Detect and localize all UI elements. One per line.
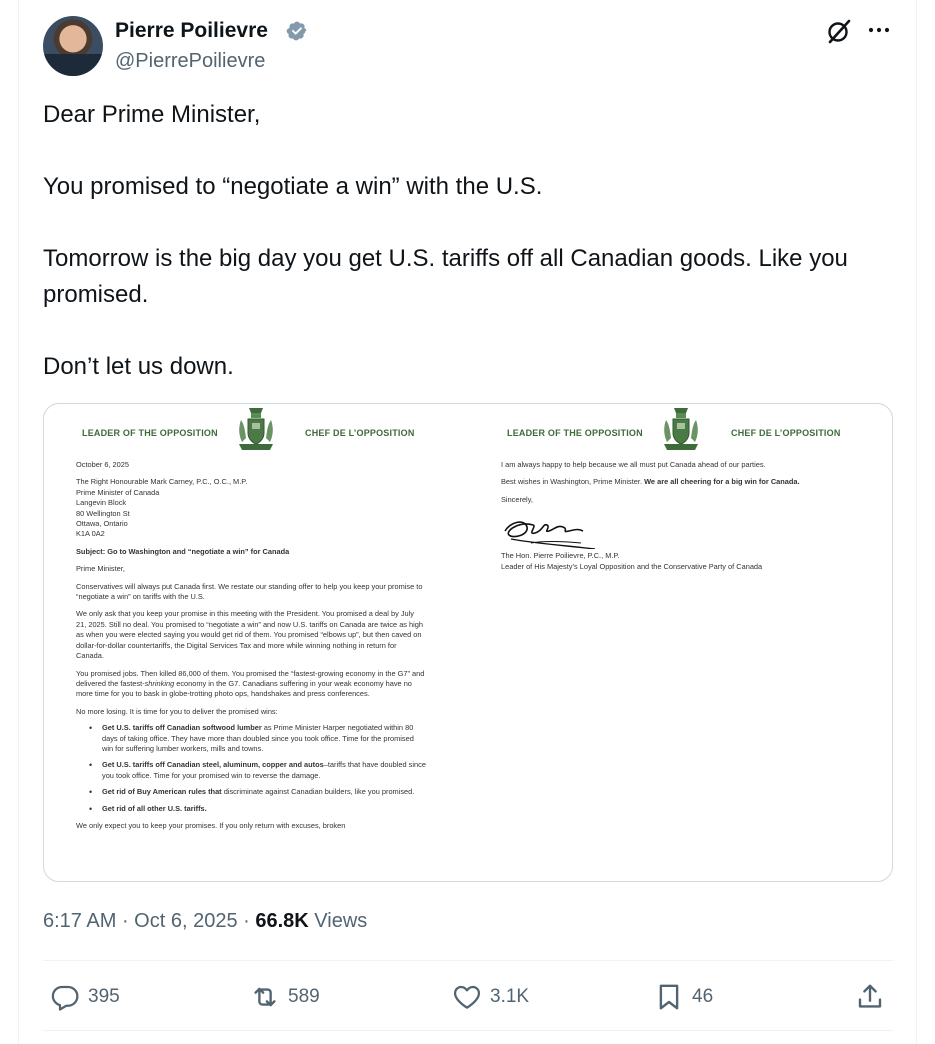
share-icon (858, 984, 882, 1008)
address-line: Langevin Block (76, 498, 127, 508)
bookmark-button[interactable]: 46 (654, 980, 713, 1014)
letter-paragraph: Best wishes in Washington, Prime Ministe… (501, 477, 800, 487)
author-handle[interactable]: @PierrePoilievre (115, 48, 265, 74)
address-line: Ottawa, Ontario (76, 519, 128, 529)
share-button[interactable] (855, 980, 885, 1014)
letterhead-left-title: LEADER OF THE OPPOSITION (507, 428, 643, 438)
tweet-media-image[interactable]: LEADER OF THE OPPOSITION CHEF DE L’OPPOS… (43, 403, 893, 882)
tweet-date[interactable]: Oct 6, 2025 (134, 910, 237, 932)
divider (43, 960, 893, 961)
letter-bullet: Get U.S. tariffs off Canadian softwood l… (76, 723, 426, 754)
letter-date: October 6, 2025 (76, 460, 130, 469)
meta-separator: · (121, 910, 135, 932)
letter-address: The Right Honourable Mark Carney, P.C., … (76, 477, 426, 539)
letter-paragraph: I am always happy to help because we all… (501, 460, 766, 469)
letter-paragraph: We only ask that you keep your promise i… (76, 609, 424, 661)
address-line: K1A 0A2 (76, 529, 105, 539)
more-icon[interactable] (866, 18, 892, 44)
letter-page-1: LEADER OF THE OPPOSITION CHEF DE L’OPPOS… (44, 404, 469, 881)
letter-bullet: Get rid of Buy American rules that discr… (76, 787, 426, 798)
letter-bullet-list: Get U.S. tariffs off Canadian softwood l… (76, 723, 426, 814)
views-count: 66.8K (255, 910, 309, 932)
tweet-time[interactable]: 6:17 AM (43, 910, 116, 932)
repost-count: 589 (288, 986, 320, 1007)
letter-paragraph: We only expect you to keep your promises… (76, 820, 346, 830)
reply-count: 395 (88, 986, 120, 1007)
author-name[interactable]: Pierre Poilievre (115, 17, 268, 45)
letter-paragraph: You promised jobs. Then killed 86,000 of… (76, 668, 425, 699)
letter-body: I am always happy to help because we all… (501, 460, 871, 572)
coat-of-arms-icon (239, 408, 273, 450)
divider (43, 1030, 893, 1031)
tweet-text: Dear Prime Minister, You promised to “ne… (43, 97, 893, 385)
repost-button[interactable]: 589 (250, 980, 320, 1014)
tweet-paragraph: You promised to “negotiate a win” with t… (43, 173, 543, 200)
grok-icon[interactable] (826, 18, 852, 44)
like-button[interactable]: 3.1K (452, 980, 529, 1014)
like-count: 3.1K (490, 986, 530, 1007)
repost-icon (254, 987, 276, 1007)
letter-bullet: Get rid of all other U.S. tariffs. (76, 804, 426, 815)
bookmark-count: 46 (692, 986, 714, 1007)
letter-subject: Subject: Go to Washington and “negotiate… (76, 546, 290, 556)
address-line: The Right Honourable Mark Carney, P.C., … (76, 477, 248, 487)
views-label: Views (314, 910, 368, 932)
reply-icon (51, 985, 79, 1011)
address-line: Prime Minister of Canada (76, 487, 160, 497)
letterhead-right-title: CHEF DE L’OPPOSITION (731, 428, 841, 438)
letter-paragraph: Conservatives will always put Canada fir… (76, 581, 423, 602)
bookmark-icon (659, 984, 679, 1010)
address-line: 80 Wellington St (76, 508, 130, 518)
avatar[interactable] (43, 16, 103, 76)
signature-icon (504, 521, 596, 550)
heart-icon (453, 985, 481, 1009)
coat-of-arms-icon (664, 408, 698, 450)
reply-button[interactable]: 395 (50, 980, 120, 1014)
verified-badge-icon[interactable] (286, 20, 308, 42)
letter-bullet: Get U.S. tariffs off Canadian steel, alu… (76, 760, 426, 781)
tweet-paragraph: Don’t let us down. (43, 353, 234, 380)
letter-signer: The Hon. Pierre Poilievre, P.C., M.P. (501, 551, 620, 561)
tweet-paragraph: Tomorrow is the big day you get U.S. tar… (43, 245, 848, 308)
tweet-paragraph: Dear Prime Minister, (43, 101, 261, 128)
letter-signer-title: Leader of His Majesty’s Loyal Opposition… (501, 561, 763, 571)
tweet-meta: 6:17 AM · Oct 6, 2025 · 66.8K Views (43, 906, 367, 936)
letter-body: October 6, 2025 The Right Honourable Mar… (76, 460, 426, 831)
letter-salutation: Prime Minister, (76, 564, 125, 574)
letterhead-left-title: LEADER OF THE OPPOSITION (82, 428, 218, 438)
meta-separator: · (243, 910, 256, 932)
letter-page-2: LEADER OF THE OPPOSITION CHEF DE L’OPPOS… (469, 404, 892, 881)
letter-closing: Sincerely, (501, 494, 533, 504)
letter-paragraph: No more losing. It is time for you to de… (76, 706, 278, 716)
letterhead-right-title: CHEF DE L’OPPOSITION (305, 428, 415, 438)
